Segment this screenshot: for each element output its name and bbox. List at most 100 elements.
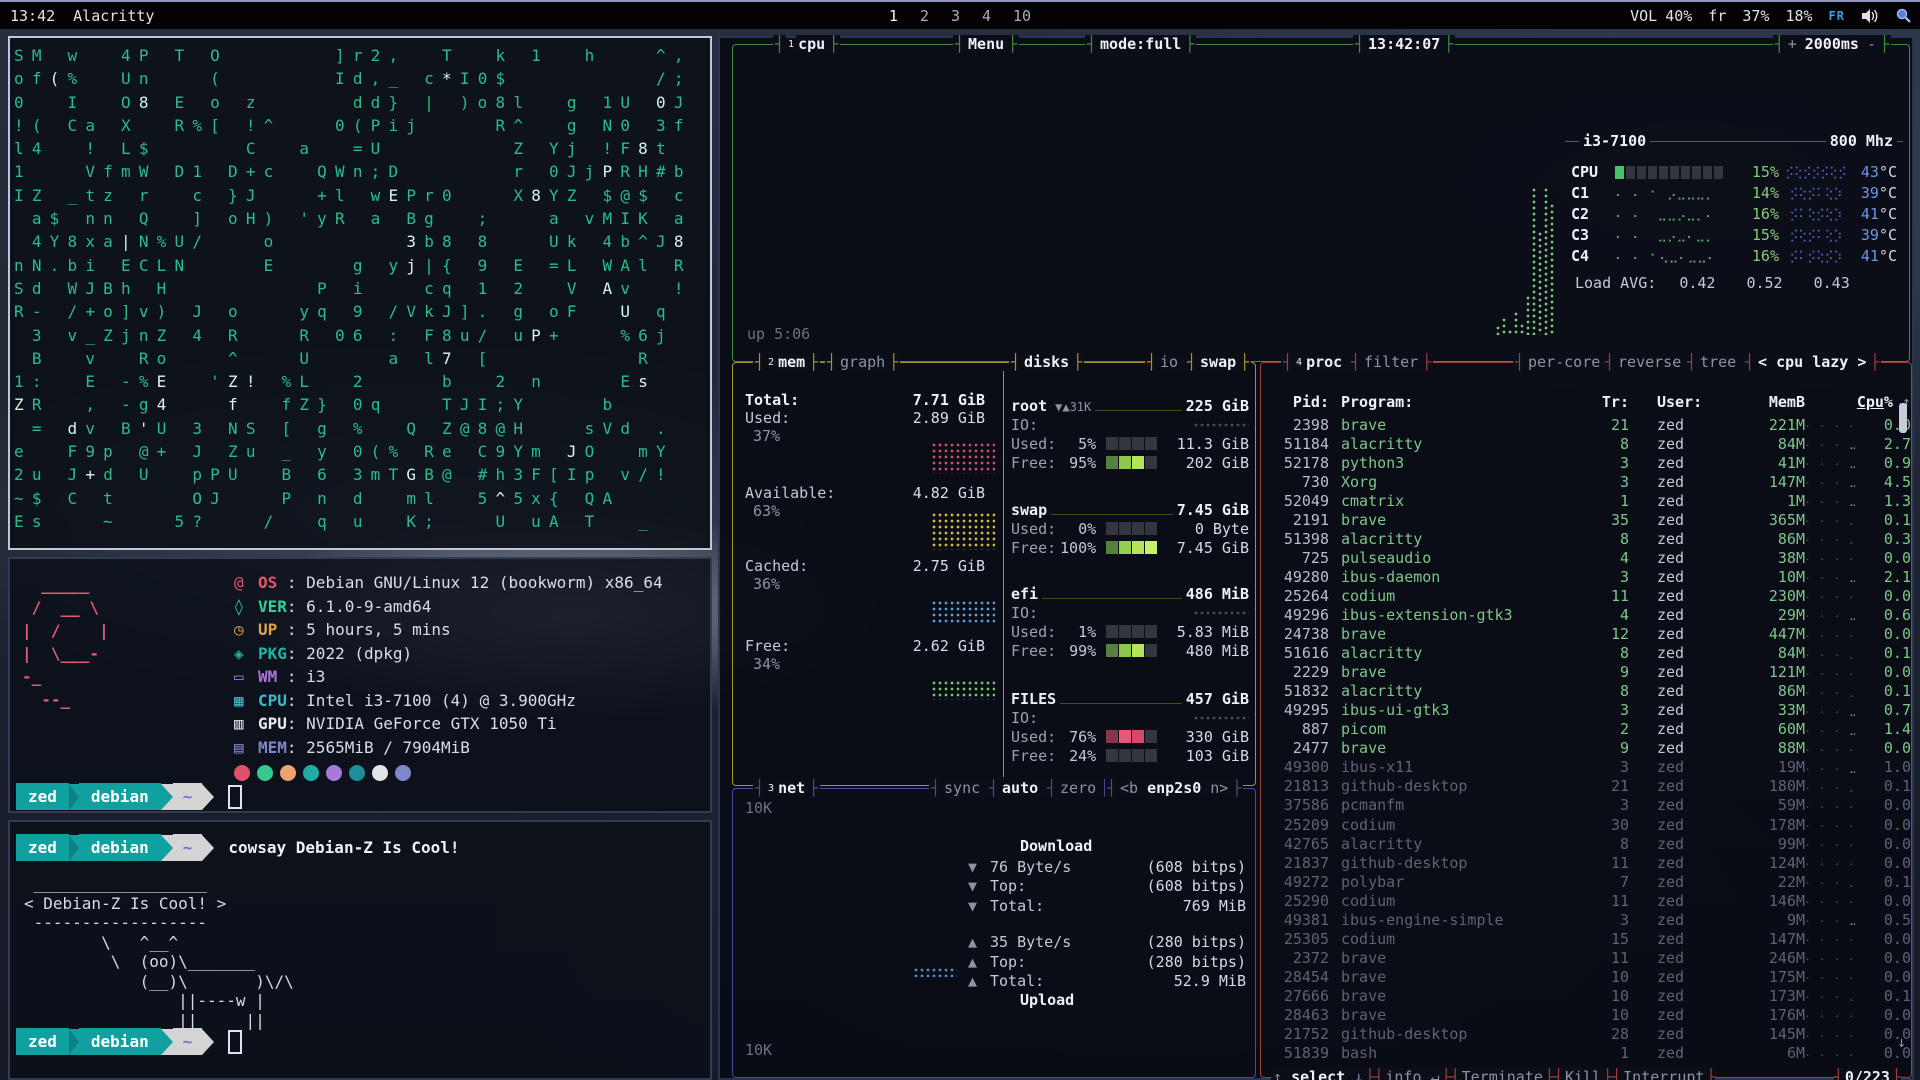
process-row[interactable]: 28463brave10zed176M⠄ ⠄ ⠄ ⠄0.0 bbox=[1271, 1005, 1903, 1024]
process-row[interactable]: 52049cmatrix1zed1M⠄ ⠄ ⠄ ⣀⡀1.3 bbox=[1271, 491, 1903, 510]
keyboard-layout[interactable]: fr bbox=[1708, 7, 1726, 25]
net-interface-selector[interactable]: ┤<benp2s0n>├ bbox=[1105, 778, 1243, 798]
system-info-row: ◷UP : 5 hours, 5 mins bbox=[234, 618, 663, 642]
process-table-header[interactable]: Pid: Program: Tr: User: MemB Cpu% ↑ bbox=[1271, 393, 1903, 411]
disks-swap-tab[interactable]: ┤swap├ bbox=[1185, 352, 1251, 372]
net-sync-tab[interactable]: ┤sync├ bbox=[929, 778, 995, 798]
process-row[interactable]: 2372brave11zed246M⠄ ⠄ ⠄ ⠄0.0 bbox=[1271, 948, 1903, 967]
shell-prompt[interactable]: zeddebian~ bbox=[16, 1028, 242, 1055]
process-row[interactable]: 887picom2zed60M⠄ ⠄ ⠄ ⣀⡀1.4 bbox=[1271, 720, 1903, 739]
process-row[interactable]: 2191brave35zed365M⠄ ⠄ ⠄ ⡀0.1 bbox=[1271, 510, 1903, 529]
uptime-label: up 5:06 bbox=[747, 325, 810, 343]
divider bbox=[1003, 371, 1004, 777]
process-row[interactable]: 25209codium30zed178M⠄ ⠄ ⠄ ⠄0.0 bbox=[1271, 815, 1903, 834]
process-row[interactable]: 37586pcmanfm3zed59M⠄ ⠄ ⠄ ⠄0.0 bbox=[1271, 796, 1903, 815]
shell-prompt[interactable]: zeddebian~cowsay Debian-Z Is Cool! bbox=[16, 834, 460, 861]
powerline-arrow-icon bbox=[161, 784, 173, 810]
process-row[interactable]: 725pulseaudio4zed38M⠄ ⠄ ⠄ ⠄0.0 bbox=[1271, 548, 1903, 567]
proc-box-title[interactable]: ┤4proc├ bbox=[1281, 352, 1357, 372]
process-footer: ↑ select ↓├┤ info ↵├┤ Terminate├┤ Kill├┤… bbox=[1261, 1067, 1911, 1080]
process-row[interactable]: 25305codium15zed147M⠄ ⠄ ⠄ ⠄0.0 bbox=[1271, 929, 1903, 948]
system-info-row: ▥GPU: NVIDIA GeForce GTX 1050 Ti bbox=[234, 712, 663, 736]
cpu-core-row: C2⠄ ⠄ ⣀⣀⡠⣀⡀⠄16%⡪⠅⢕⡪⢕⡱41°C bbox=[1571, 204, 1897, 224]
net-stats-panel: Download ▼76 Byte/s(608 bitps)▼Top:(608 … bbox=[968, 837, 1246, 1011]
net-stat-row: ▲35 Byte/s(280 bitps) bbox=[968, 933, 1246, 953]
process-row[interactable]: 25290codium11zed146M⠄ ⠄ ⠄ ⠄0.0 bbox=[1271, 891, 1903, 910]
process-row[interactable]: 51616alacritty8zed84M⠄ ⠄ ⠄ ⡀0.1 bbox=[1271, 644, 1903, 663]
workspace-4[interactable]: 4 bbox=[982, 7, 991, 25]
net-auto-tab[interactable]: ┤auto├ bbox=[987, 778, 1053, 798]
terminal-cursor[interactable] bbox=[228, 1030, 242, 1054]
process-row[interactable]: 28454brave10zed175M⠄ ⠄ ⠄ ⠄0.0 bbox=[1271, 967, 1903, 986]
cmatrix-terminal-window[interactable]: SM w 4P T O ]r2, T k 1 h ^, of(% Un ( Id… bbox=[8, 36, 712, 550]
cpu-core-row: CPU15%⡪⢕⡪⡪⡪⢕⡪43°C bbox=[1571, 162, 1897, 182]
speaker-icon[interactable] bbox=[1861, 8, 1879, 24]
btop-window[interactable]: ┤1cpu├ ┤Menu├ ┤mode:full├ ┤13:42:07├ ┤+2… bbox=[718, 36, 1914, 1080]
cowsay-terminal-window[interactable]: zeddebian~cowsay Debian-Z Is Cool! _____… bbox=[8, 820, 712, 1080]
mode-toggle[interactable]: ┤mode:full├ bbox=[1085, 34, 1196, 54]
interrupt-button[interactable]: Interrupt bbox=[1621, 1068, 1706, 1080]
proc-reverse-tab[interactable]: ┤reverse├ bbox=[1603, 352, 1696, 372]
process-row[interactable]: 2477brave9zed88M⠄ ⠄ ⠄ ⠄0.0 bbox=[1271, 739, 1903, 758]
terminate-button[interactable]: Terminate bbox=[1460, 1068, 1545, 1080]
cpu-box-title[interactable]: ┤1cpu├ bbox=[773, 34, 840, 54]
workspace-10[interactable]: 10 bbox=[1013, 7, 1031, 25]
process-row[interactable]: 51839bash1zed6M⠄ ⠄ ⠄ ⠄0.0 bbox=[1271, 1044, 1903, 1063]
process-row[interactable]: 52178python33zed41M⠄ ⠄ ⠄ ⣀⡀0.9 bbox=[1271, 453, 1903, 472]
process-row[interactable]: 730Xorg3zed147M⠄ ⠄ ⠄ ⣀⡀4.5 bbox=[1271, 472, 1903, 491]
powerline-arrow-icon bbox=[161, 835, 173, 861]
menu-button[interactable]: ┤Menu├ bbox=[953, 34, 1019, 54]
kill-button[interactable]: Kill bbox=[1563, 1068, 1603, 1080]
net-zero-tab[interactable]: ┤zero├ bbox=[1045, 778, 1111, 798]
terminal-cursor[interactable] bbox=[228, 785, 242, 809]
process-row[interactable]: 49280ibus-daemon3zed10M⠄ ⠄ ⠄ ⣀⡀2.1 bbox=[1271, 567, 1903, 586]
process-row[interactable]: 27666brave10zed173M⠄ ⠄ ⠄ ⡀0.1 bbox=[1271, 986, 1903, 1005]
process-row[interactable]: 49381ibus-engine-simple3zed9M⠄ ⠄ ⠄ ⣀⡀0.5 bbox=[1271, 910, 1903, 929]
net-box-title[interactable]: ┤3net├ bbox=[753, 778, 820, 798]
scroll-down-icon[interactable]: ↓ bbox=[1897, 1033, 1906, 1051]
mem-stat-percent: 63% bbox=[753, 502, 780, 520]
proc-sort-selector[interactable]: ┤< cpu lazy >├ bbox=[1743, 352, 1881, 372]
cpu-core-panel: i3-7100 800 Mhz CPU15%⡪⢕⡪⡪⡪⢕⡪43°CC1⠄ ⠄ ⠂… bbox=[1565, 141, 1903, 328]
process-row[interactable]: 2229brave9zed121M⠄ ⠄ ⠄ ⠄0.0 bbox=[1271, 663, 1903, 682]
interval-control[interactable]: ┤+2000ms-├ bbox=[1773, 34, 1891, 54]
process-row[interactable]: 49295ibus-ui-gtk33zed33M⠄ ⠄ ⠄ ⣀⡀0.7 bbox=[1271, 701, 1903, 720]
process-row[interactable]: 21837github-desktop11zed124M⠄ ⠄ ⠄ ⠄0.0 bbox=[1271, 853, 1903, 872]
system-info-row: ◊VER: 6.1.0-9-amd64 bbox=[234, 595, 663, 619]
system-info-row: @OS : Debian GNU/Linux 12 (bookworm) x86… bbox=[234, 571, 663, 595]
info-button[interactable]: info ↵ bbox=[1383, 1068, 1441, 1080]
process-row[interactable]: 49296ibus-extension-gtk34zed29M⠄ ⠄ ⠄ ⣀⡀0… bbox=[1271, 605, 1903, 624]
mem-graph bbox=[931, 512, 995, 550]
process-row[interactable]: 51832alacritty8zed86M⠄ ⠄ ⠄ ⡀0.1 bbox=[1271, 682, 1903, 701]
process-row[interactable]: 49272polybar7zed22M⠄ ⠄ ⠄ ⡀0.1 bbox=[1271, 872, 1903, 891]
select-control[interactable]: ↑ select ↓ bbox=[1271, 1068, 1365, 1080]
mem-box-title[interactable]: ┤2mem├ bbox=[753, 352, 820, 372]
proc-filter-button[interactable]: ┤filter├ bbox=[1349, 352, 1433, 372]
workspace-1[interactable]: 1 bbox=[889, 7, 898, 25]
mem-graph-tab[interactable]: ┤graph├ bbox=[825, 352, 900, 372]
process-row[interactable]: 2398brave21zed221M⠄ ⠄ ⠄ ⠄0.0 bbox=[1271, 415, 1903, 434]
proc-tree-tab[interactable]: ┤tree├ bbox=[1685, 352, 1751, 372]
focused-window-title: Alacritty bbox=[73, 7, 154, 25]
process-row[interactable]: 51184alacritty8zed84M⠄ ⠄ ⠄ ⣀⡀2.7 bbox=[1271, 434, 1903, 453]
volume-value[interactable]: 40% bbox=[1665, 7, 1692, 25]
workspace-3[interactable]: 3 bbox=[951, 7, 960, 25]
fetch-terminal-window[interactable]: _____ / __ \ | / | | \___- -_ --_ @OS : … bbox=[8, 557, 712, 813]
process-row[interactable]: 42765alacritty8zed99M⠄ ⠄ ⠄ ⠄0.0 bbox=[1271, 834, 1903, 853]
process-row[interactable]: 51398alacritty8zed86M⠄ ⠄ ⠄ ⡀0.3 bbox=[1271, 529, 1903, 548]
net-stat-row: ▼Total:769 MiB bbox=[968, 896, 1246, 916]
process-row[interactable]: 49300ibus-x113zed19M⠄ ⠄ ⠄ ⣀⡀1.0 bbox=[1271, 758, 1903, 777]
proc-percore-tab[interactable]: ┤per-core├ bbox=[1513, 352, 1615, 372]
net-stat-row: ▲Total:52.9 MiB bbox=[968, 972, 1246, 992]
cpu-usage: 37% bbox=[1742, 7, 1769, 25]
process-row[interactable]: 21752github-desktop28zed145M⠄ ⠄ ⠄ ⠄0.0 bbox=[1271, 1025, 1903, 1044]
shell-prompt[interactable]: zeddebian~ bbox=[16, 783, 242, 810]
screenshot-tool-icon[interactable] bbox=[1895, 7, 1912, 24]
ram-usage: 18% bbox=[1785, 7, 1812, 25]
scrollbar-thumb[interactable] bbox=[1899, 403, 1907, 433]
workspace-2[interactable]: 2 bbox=[920, 7, 929, 25]
process-row[interactable]: 24738brave12zed447M⠄ ⠄ ⠄ ⠄0.0 bbox=[1271, 625, 1903, 644]
process-row[interactable]: 25264codium11zed230M⠄ ⠄ ⠄ ⠄0.0 bbox=[1271, 586, 1903, 605]
disks-box-title[interactable]: ┤disks├ bbox=[1009, 352, 1084, 372]
process-row[interactable]: 21813github-desktop21zed180M⠄ ⠄ ⠄ ⡀0.1 bbox=[1271, 777, 1903, 796]
